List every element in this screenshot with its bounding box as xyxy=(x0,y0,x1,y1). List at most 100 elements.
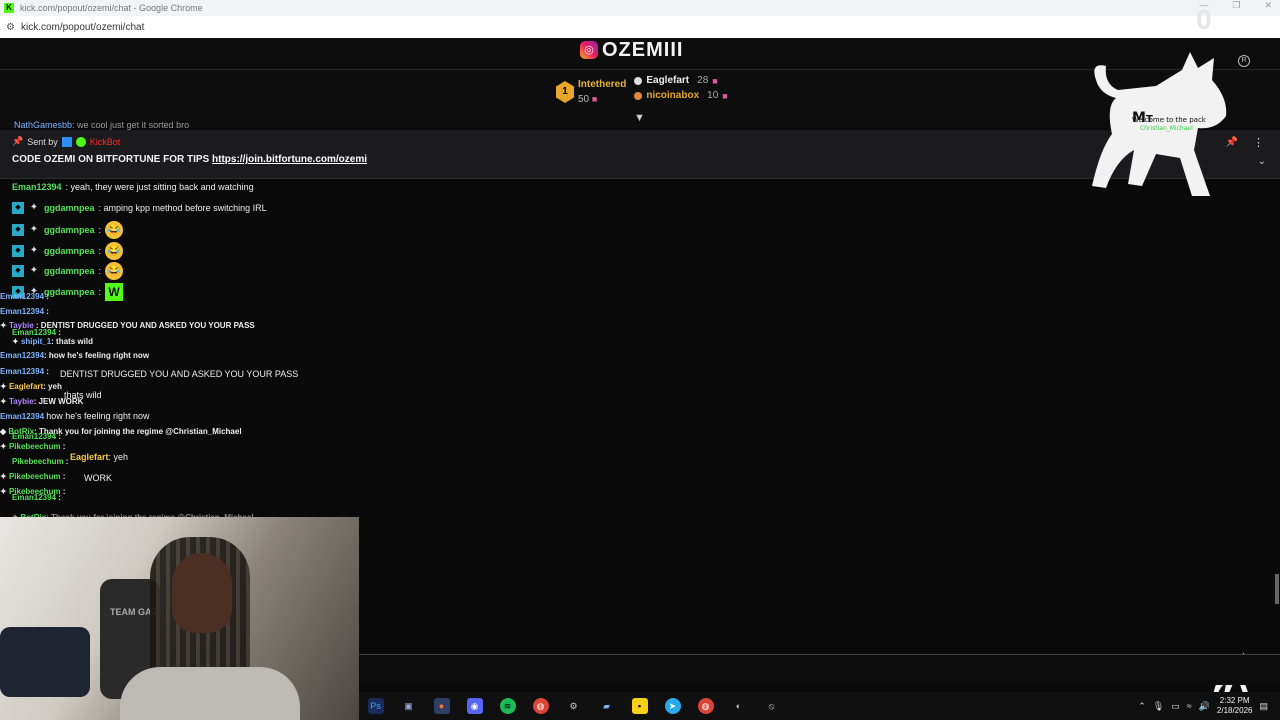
pinned-sender: 📌 Sent by KickBot xyxy=(12,136,121,147)
overlay-chat-line: Eman12394: how he's feeling right now xyxy=(0,351,150,360)
brand-name: OZEMIII xyxy=(602,38,684,61)
verified-badge-icon xyxy=(75,136,86,147)
firefox-icon[interactable]: ● xyxy=(433,698,450,714)
spotify-icon[interactable]: ≋ xyxy=(499,698,516,714)
gift-icon: ■ xyxy=(712,75,718,86)
gift-icon: ■ xyxy=(722,90,728,101)
notification-icon[interactable]: ▤ xyxy=(1259,701,1268,712)
badge-icon: ✦ xyxy=(29,224,39,235)
overlay-chat-line: Eaglefart: yeh xyxy=(70,452,129,462)
maximize-icon[interactable]: ❐ xyxy=(1232,0,1240,11)
expand-leaderboard-icon[interactable]: ▼ xyxy=(634,112,645,124)
close-icon[interactable]: ✕ xyxy=(1264,0,1272,11)
network-icon[interactable]: ▭ xyxy=(1171,701,1180,712)
overlay-chat-line: Eman12394 : xyxy=(12,493,61,502)
more-options-icon[interactable]: ⋮ xyxy=(1253,136,1264,149)
chat-message: ◆ ✦ ggdamnpea: amping kpp method before s… xyxy=(12,202,267,214)
leaderboard-first-user: Intethered xyxy=(578,79,627,90)
address-bar[interactable]: ⚙ kick.com/popout/ozemi/chat xyxy=(0,16,1280,39)
counter-overlay: 0 xyxy=(1196,4,1212,35)
url-text[interactable]: kick.com/popout/ozemi/chat xyxy=(21,22,144,33)
microphone-icon[interactable]: 🎙 xyxy=(1153,701,1164,712)
leaderboard-first: 1 Intethered 50 ■ xyxy=(556,75,626,109)
volume-icon[interactable]: 🔊 xyxy=(1199,701,1210,712)
leaderboard-user: Eaglefart xyxy=(646,75,690,86)
laughing-emote-icon: 😂 xyxy=(105,242,124,260)
overlay-chat-line: WORK xyxy=(84,473,112,483)
webcam-feed: TEAM GAJ xyxy=(0,517,359,720)
gifter-leaderboard[interactable]: 1 Intethered 50 ■ Eaglefart 28 ■ nicoina… xyxy=(556,75,728,109)
streamer-face xyxy=(172,553,232,633)
telegram-icon[interactable]: ➤ xyxy=(664,698,681,714)
site-info-icon[interactable]: ⚙ xyxy=(6,22,15,33)
leaderboard-others: Eaglefart 28 ■ nicoinabox 10 ■ xyxy=(634,75,728,109)
sub-badge-icon: ◆ xyxy=(12,202,24,214)
pin-icon: 📌 xyxy=(12,136,24,146)
notepad-icon[interactable]: ▰ xyxy=(599,698,615,714)
clock[interactable]: 2:32 PM 2/18/2026 xyxy=(1217,696,1253,716)
streamer-shirt xyxy=(120,667,300,720)
dog-mascot-icon: M T Welcome to the pack Christian_Michae… xyxy=(1092,52,1227,196)
settings-icon[interactable]: ⚙ xyxy=(566,698,582,714)
overlay-chat-line: Eman12394 : xyxy=(0,292,49,301)
overlay-chat-line: ✦ shipit_1: thats wild xyxy=(12,337,93,346)
bag xyxy=(0,627,90,697)
chat-message: ◆ ✦ ggdamnpea: 😂 xyxy=(12,242,124,260)
app-icon[interactable]: ⦸ xyxy=(764,698,780,714)
sticky-notes-icon[interactable]: ▪ xyxy=(631,698,648,714)
browser-titlebar: K kick.com/popout/ozemi/chat - Google Ch… xyxy=(0,0,1280,16)
chat-message-cut: NathGamesbb: we cool just get it sorted … xyxy=(14,120,190,130)
dog-sublabel: Christian_Michael xyxy=(1140,125,1193,132)
overlay-chat-line: Eman12394 : xyxy=(12,432,61,441)
bot-badge-icon xyxy=(61,136,72,147)
pinned-link[interactable]: https://join.bitfortune.com/ozemi xyxy=(212,154,367,165)
overlay-chat-line: Eman12394 : xyxy=(0,307,49,316)
badge-icon: ✦ xyxy=(29,202,39,213)
leaderboard-row: Eaglefart 28 ■ xyxy=(634,75,727,86)
chevron-down-icon[interactable]: ⌄ xyxy=(1258,156,1266,167)
obs-icon[interactable]: ◐ xyxy=(731,698,747,714)
overlay-chat-line: Pikebeechum : xyxy=(12,457,69,466)
pinned-text: CODE OZEMI ON BITFORTUNE FOR TIPS https:… xyxy=(12,154,368,165)
kick-favicon-icon: K xyxy=(4,3,14,13)
overlay-chat-line: Eman12394 : xyxy=(0,367,49,376)
sub-badge-icon: ◆ xyxy=(12,245,24,257)
rank-2-icon xyxy=(634,76,643,85)
overlay-chat-line: ✦ Eaglefart: yeh xyxy=(0,382,62,391)
sub-badge-icon: ◆ xyxy=(12,224,24,236)
overlay-chat-line: ✦ Pikebeechum : xyxy=(0,442,66,451)
badge-icon: ✦ xyxy=(29,245,39,256)
badge-icon: ✦ xyxy=(29,265,39,276)
laughing-emote-icon: 😂 xyxy=(105,221,124,239)
windows-taskbar: Ps ▣ ● ◉ ≋ ◍ ⚙ ▰ ▪ ➤ ◍ ◐ ⦸ ⌃ 🎙 ▭ ≈ 🔊 2:3… xyxy=(359,692,1280,720)
sub-badge-icon: ◆ xyxy=(12,265,24,277)
chat-message: ◆ ✦ ggdamnpea: 😂 xyxy=(12,221,124,239)
discord-icon[interactable]: ◉ xyxy=(466,698,483,714)
chevron-up-icon[interactable]: ⌃ xyxy=(1138,701,1146,712)
task-view-icon[interactable]: ▣ xyxy=(401,698,417,714)
gift-icon: ■ xyxy=(591,94,598,104)
instagram-icon: ◎ xyxy=(580,41,598,59)
rank-3-icon xyxy=(634,91,643,100)
leaderboard-points: 28 xyxy=(697,75,709,86)
photoshop-icon[interactable]: Ps xyxy=(367,698,384,714)
rank-badge: 1 xyxy=(556,81,574,103)
channel-brand: ◎ OZEMIII xyxy=(580,38,700,62)
overlay-chat-line: DENTIST DRUGGED YOU AND ASKED YOU YOUR P… xyxy=(60,369,299,379)
w-emote-icon: W xyxy=(105,283,124,301)
wifi-icon[interactable]: ≈ xyxy=(1187,701,1192,711)
pinned-bot-name: KickBot xyxy=(89,136,121,147)
chrome-icon[interactable]: ◍ xyxy=(532,698,549,714)
overlay-chat-line: Eman12394 : xyxy=(12,328,61,337)
scrollbar[interactable] xyxy=(1275,574,1279,604)
overlay-chat-line: ✦ Pikebeechum : xyxy=(0,472,66,481)
leaderboard-points: 10 xyxy=(707,90,719,101)
chat-input[interactable] xyxy=(359,654,1280,685)
leaderboard-first-points: 50 ■ xyxy=(578,94,598,105)
dog-label: Welcome to the pack xyxy=(1132,116,1207,124)
leaderboard-row: nicoinabox 10 ■ xyxy=(634,90,728,101)
chrome-profile-icon[interactable]: ◍ xyxy=(697,698,714,714)
system-tray: ⌃ 🎙 ▭ ≈ 🔊 2:32 PM 2/18/2026 ▤ xyxy=(1138,696,1268,716)
window-title: kick.com/popout/ozemi/chat - Google Chro… xyxy=(20,3,203,13)
chat-message: ◆ ✦ ggdamnpea: 😂 xyxy=(12,262,124,280)
